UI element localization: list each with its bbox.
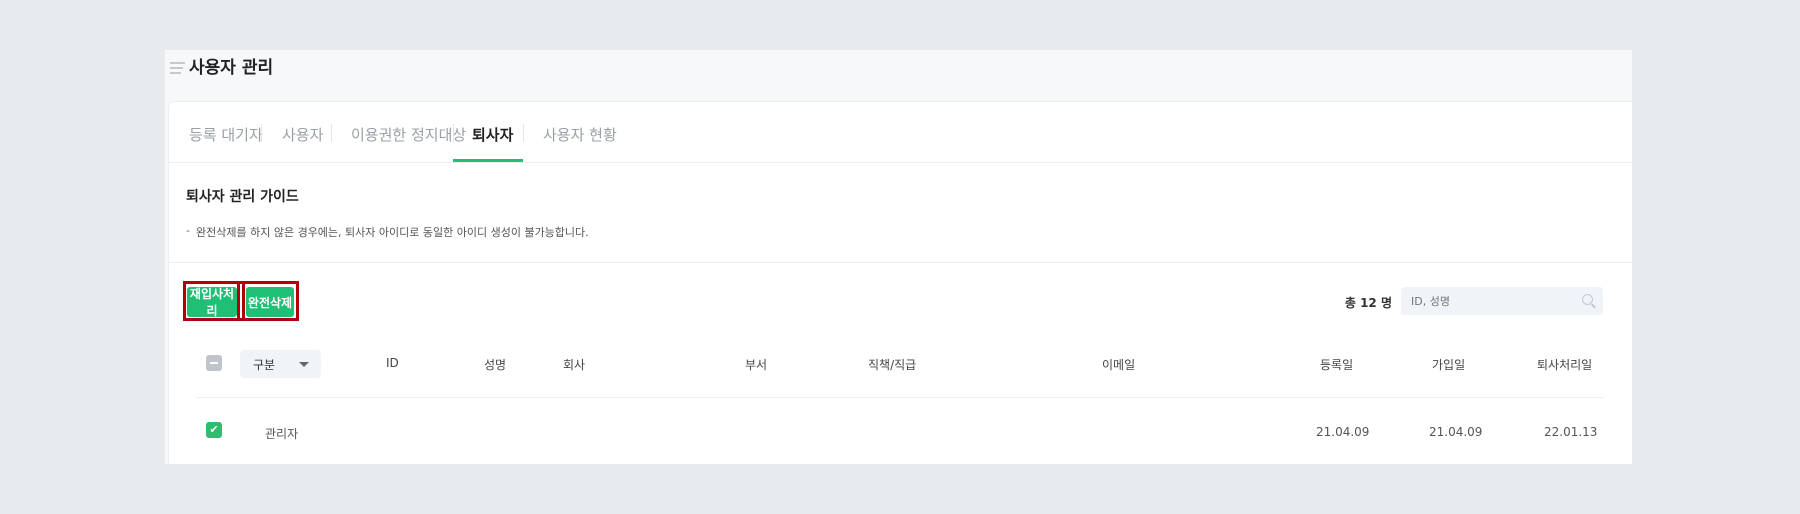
tab-suspended[interactable]: 이용권한 정지대상 [351, 124, 466, 145]
column-header-email: 이메일 [1102, 358, 1136, 372]
type-filter-label: 구분 [253, 358, 276, 372]
search-input[interactable] [1401, 287, 1571, 315]
content-card [168, 101, 1632, 464]
tab-divider [261, 124, 262, 142]
guide-bullet: - [186, 224, 190, 237]
menu-icon[interactable] [170, 62, 185, 74]
tab-divider [331, 124, 332, 142]
total-count: 총 12 명 [1344, 296, 1392, 310]
column-header-registered: 등록일 [1320, 358, 1354, 372]
tabs-divider [168, 162, 1632, 163]
tab-divider [523, 124, 524, 142]
column-header-company: 회사 [563, 358, 586, 372]
search-icon-handle [1591, 303, 1596, 309]
tab-divider [453, 124, 454, 142]
select-all-checkbox[interactable] [206, 355, 222, 371]
guide-title: 퇴사자 관리 가이드 [186, 189, 299, 205]
tab-status[interactable]: 사용자 현황 [543, 124, 617, 145]
header-divider [196, 397, 1604, 398]
tab-users[interactable]: 사용자 [282, 124, 323, 145]
guide-divider [168, 262, 1632, 263]
delete-permanently-button[interactable]: 완전삭제 [246, 287, 294, 317]
guide-text: 완전삭제를 하지 않은 경우에는, 퇴사자 아이디로 동일한 아이디 생성이 불… [196, 226, 589, 239]
tab-resigned[interactable]: 퇴사자 [472, 124, 513, 145]
search-box[interactable] [1401, 287, 1603, 315]
column-header-id: ID [386, 356, 399, 370]
page-title: 사용자 관리 [189, 58, 274, 78]
column-header-resigned: 퇴사처리일 [1537, 358, 1593, 372]
row-type: 관리자 [265, 427, 299, 441]
row-resigned: 22.01.13 [1544, 425, 1598, 439]
row-checkbox-checked[interactable]: ✔ [206, 422, 222, 438]
highlight-divider [237, 281, 245, 321]
column-header-department: 부서 [745, 358, 768, 372]
column-header-position: 직책/직급 [868, 358, 917, 372]
column-header-name: 성명 [484, 358, 507, 372]
rehire-button[interactable]: 재입사처리 [187, 287, 237, 318]
row-registered: 21.04.09 [1316, 425, 1370, 439]
column-header-joined: 가입일 [1432, 358, 1466, 372]
type-filter-dropdown[interactable]: 구분 [240, 350, 321, 378]
tab-pending[interactable]: 등록 대기자 [189, 124, 263, 145]
row-joined: 21.04.09 [1429, 425, 1483, 439]
chevron-down-icon [299, 362, 309, 367]
